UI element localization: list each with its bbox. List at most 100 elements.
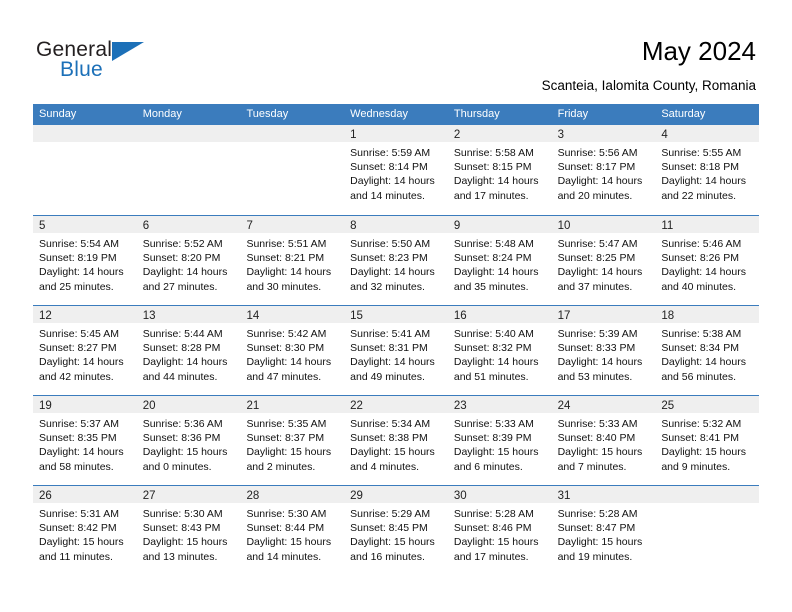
sunrise-time: Sunrise: 5:34 AM [350,418,431,430]
calendar-day-cell[interactable]: 15 Sunrise: 5:41 AM Sunset: 8:31 PM Dayligh… [344,306,448,395]
calendar-day-cell[interactable]: 31 Sunrise: 5:28 AM Sunset: 8:47 PM Dayligh… [551,486,656,575]
day-number-band: 2 [447,125,552,142]
day-number-band: 7 [240,216,345,233]
daylight-duration-line1: Daylight: 14 hours [39,356,124,369]
calendar-day-cell[interactable]: 28 Sunrise: 5:30 AM Sunset: 8:44 PM Dayligh… [240,486,345,575]
calendar-day-cell[interactable]: 10 Sunrise: 5:47 AM Sunset: 8:25 PM Dayligh… [551,216,656,305]
calendar-day-cell[interactable]: 30 Sunrise: 5:28 AM Sunset: 8:46 PM Dayligh… [447,486,552,575]
daylight-duration-line2: and 53 minutes. [557,370,633,383]
calendar-day-cell[interactable]: 21 Sunrise: 5:35 AM Sunset: 8:37 PM Dayligh… [240,396,345,485]
daylight-duration-line2: and 42 minutes. [39,370,114,383]
calendar-day-cell[interactable]: 16 Sunrise: 5:40 AM Sunset: 8:32 PM Dayligh… [447,306,552,395]
day-number-band: 30 [447,486,552,503]
day-number: 9 [453,220,461,232]
day-number: 3 [557,129,564,141]
day-number: 20 [142,400,156,412]
day-number: 28 [246,490,260,502]
sunset-time: Sunset: 8:28 PM [142,342,221,355]
daylight-duration-line2: and 17 minutes. [453,189,529,202]
daylight-duration-line1: Daylight: 15 hours [246,536,332,549]
calendar-day-cell[interactable]: 22 Sunrise: 5:34 AM Sunset: 8:38 PM Dayligh… [344,396,448,485]
calendar-week-row: 5 Sunrise: 5:54 AM Sunset: 8:19 PM Daylight… [33,215,760,305]
day-cell-details: Sunrise: 5:35 AM Sunset: 8:37 PM Daylight:… [240,413,344,474]
daylight-duration-line1: Daylight: 14 hours [557,175,643,188]
calendar-day-cell[interactable]: 11 Sunrise: 5:46 AM Sunset: 8:26 PM Dayligh… [655,216,760,305]
day-number-band: 28 [240,486,345,503]
sunrise-time: Sunrise: 5:45 AM [39,328,119,340]
calendar-day-cell[interactable]: 7 Sunrise: 5:51 AM Sunset: 8:21 PM Daylight… [240,216,345,305]
day-number: 17 [557,310,571,322]
calendar-day-cell[interactable]: 26 Sunrise: 5:31 AM Sunset: 8:42 PM Dayligh… [33,486,137,575]
daylight-duration-line1: Daylight: 14 hours [661,266,746,279]
calendar-day-cell[interactable]: 18 Sunrise: 5:38 AM Sunset: 8:34 PM Dayligh… [655,306,760,395]
calendar-day-cell[interactable]: 23 Sunrise: 5:33 AM Sunset: 8:39 PM Dayligh… [447,396,552,485]
daylight-duration-line1: Daylight: 15 hours [453,536,539,549]
day-number: 25 [661,400,675,412]
calendar-day-cell[interactable]: 20 Sunrise: 5:36 AM Sunset: 8:36 PM Dayligh… [136,396,241,485]
day-number-band: 27 [136,486,241,503]
day-number: 27 [142,490,156,502]
daylight-duration-line2: and 58 minutes. [39,460,114,473]
daylight-duration-line1: Daylight: 15 hours [350,536,435,549]
sunrise-time: Sunrise: 5:33 AM [557,418,638,430]
calendar-day-cell[interactable]: 17 Sunrise: 5:39 AM Sunset: 8:33 PM Dayligh… [551,306,656,395]
calendar-day-cell[interactable]: 29 Sunrise: 5:29 AM Sunset: 8:45 PM Dayligh… [344,486,448,575]
calendar-day-cell[interactable]: 8 Sunrise: 5:50 AM Sunset: 8:23 PM Daylight… [344,216,448,305]
day-number-band: 11 [655,216,760,233]
daylight-duration-line2: and 14 minutes. [350,189,425,202]
day-number-band: 19 [33,396,137,413]
calendar-day-cell-empty [33,125,137,215]
daylight-duration-line1: Daylight: 14 hours [350,175,435,188]
daylight-duration-line1: Daylight: 15 hours [350,446,435,459]
day-number-band: 17 [551,306,656,323]
sunrise-time: Sunrise: 5:54 AM [39,238,119,250]
calendar-day-cell[interactable]: 12 Sunrise: 5:45 AM Sunset: 8:27 PM Dayligh… [33,306,137,395]
day-number-band: 14 [240,306,345,323]
daylight-duration-line1: Daylight: 14 hours [350,266,435,279]
day-cell-details: Sunrise: 5:33 AM Sunset: 8:40 PM Daylight:… [552,413,656,474]
calendar-day-cell[interactable]: 2 Sunrise: 5:58 AM Sunset: 8:15 PM Daylight… [447,125,552,215]
day-cell-details: Sunrise: 5:41 AM Sunset: 8:31 PM Daylight:… [344,323,448,384]
calendar-day-cell[interactable]: 24 Sunrise: 5:33 AM Sunset: 8:40 PM Dayligh… [551,396,656,485]
sunrise-time: Sunrise: 5:32 AM [661,418,742,430]
sunset-time: Sunset: 8:42 PM [39,522,117,535]
day-cell-details: Sunrise: 5:56 AM Sunset: 8:17 PM Daylight:… [552,142,656,203]
calendar-day-cell[interactable]: 4 Sunrise: 5:55 AM Sunset: 8:18 PM Daylight… [655,125,760,215]
day-number: 12 [39,310,52,322]
calendar-day-cell[interactable]: 19 Sunrise: 5:37 AM Sunset: 8:35 PM Dayligh… [33,396,137,485]
logo-flag-icon [112,42,144,61]
daylight-duration-line1: Daylight: 14 hours [142,356,228,369]
day-number: 22 [350,400,363,412]
day-cell-details: Sunrise: 5:30 AM Sunset: 8:43 PM Daylight:… [137,503,241,564]
day-cell-details: Sunrise: 5:45 AM Sunset: 8:27 PM Daylight:… [33,323,137,384]
day-number: 6 [142,220,150,232]
day-cell-details: Sunrise: 5:46 AM Sunset: 8:26 PM Daylight:… [655,233,759,294]
calendar-day-cell[interactable]: 27 Sunrise: 5:30 AM Sunset: 8:43 PM Dayligh… [136,486,241,575]
day-number-band: 13 [136,306,241,323]
sunset-time: Sunset: 8:19 PM [39,252,117,265]
daylight-duration-line1: Daylight: 14 hours [350,356,435,369]
calendar-day-cell[interactable]: 6 Sunrise: 5:52 AM Sunset: 8:20 PM Daylight… [136,216,241,305]
calendar-day-cell[interactable]: 3 Sunrise: 5:56 AM Sunset: 8:17 PM Daylight… [551,125,656,215]
weekday-header-saturday: Saturday [661,108,706,120]
weekday-header-sunday: Sunday [39,108,77,120]
sunrise-time: Sunrise: 5:46 AM [661,238,742,250]
calendar-day-cell[interactable]: 13 Sunrise: 5:44 AM Sunset: 8:28 PM Dayligh… [136,306,241,395]
weekday-header-friday: Friday [557,108,589,120]
day-cell-details: Sunrise: 5:30 AM Sunset: 8:44 PM Daylight:… [240,503,344,564]
day-number: 8 [350,220,357,232]
day-number: 13 [142,310,156,322]
calendar-day-cell[interactable]: 25 Sunrise: 5:32 AM Sunset: 8:41 PM Dayligh… [655,396,760,485]
calendar-day-cell[interactable]: 14 Sunrise: 5:42 AM Sunset: 8:30 PM Dayligh… [240,306,345,395]
sunset-time: Sunset: 8:33 PM [557,342,636,355]
day-number: 23 [453,400,467,412]
daylight-duration-line2: and 6 minutes. [453,460,523,473]
calendar-day-cell[interactable]: 1 Sunrise: 5:59 AM Sunset: 8:14 PM Daylight… [344,125,448,215]
sunset-time: Sunset: 8:24 PM [453,252,532,265]
calendar-day-cell[interactable]: 5 Sunrise: 5:54 AM Sunset: 8:19 PM Daylight… [33,216,137,305]
daylight-duration-line1: Daylight: 14 hours [142,266,228,279]
calendar-day-cell[interactable]: 9 Sunrise: 5:48 AM Sunset: 8:24 PM Daylight… [447,216,552,305]
calendar-page: General Blue May 2024 Scanteia, Ialomita… [0,0,792,612]
sunrise-time: Sunrise: 5:55 AM [661,147,742,159]
daylight-duration-line2: and 56 minutes. [661,370,737,383]
